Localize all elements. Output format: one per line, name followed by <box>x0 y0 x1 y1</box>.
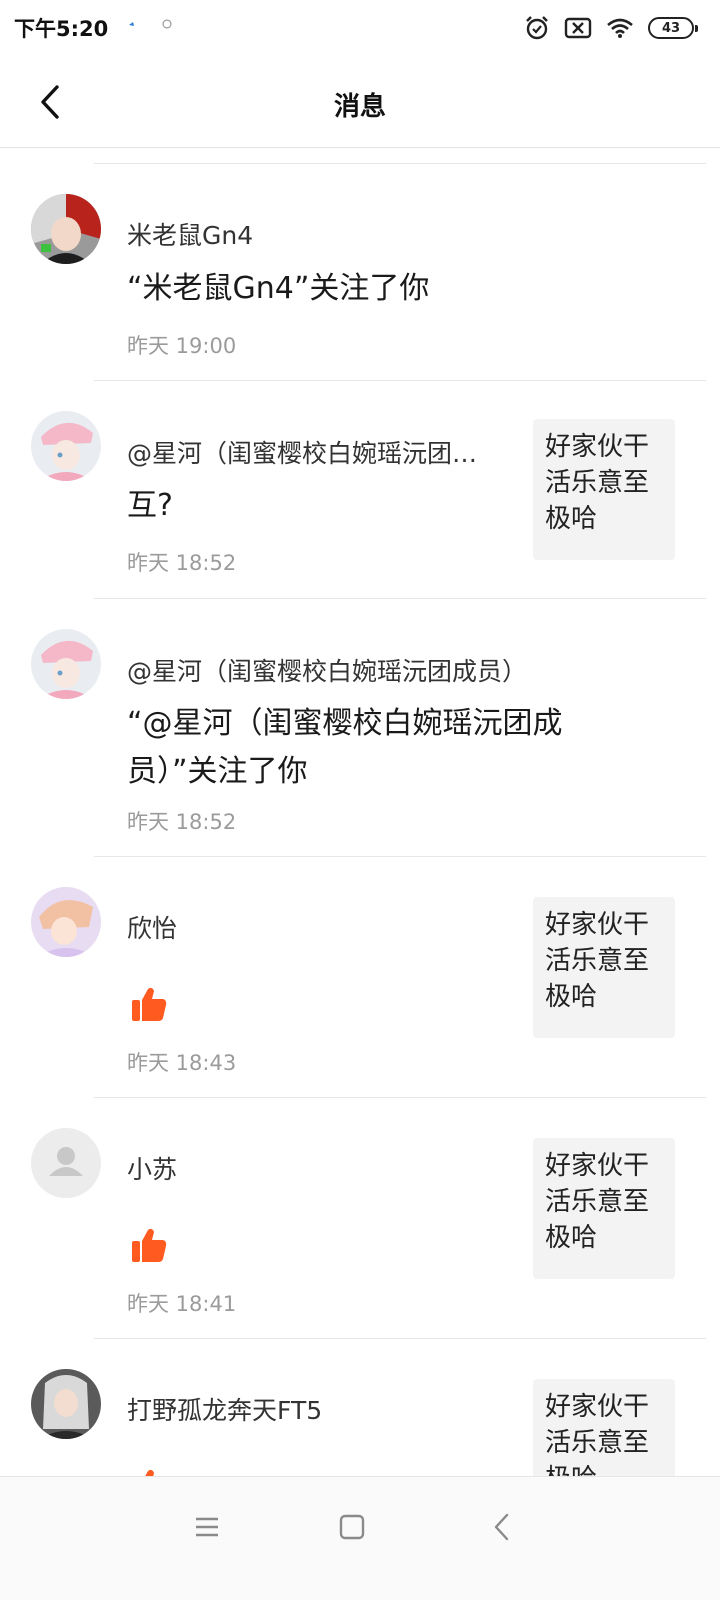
list-item[interactable]: @星河（闺蜜樱校白婉瑶沅团… 互? 昨天 18:52 好家伙干活乐意至极哈 <box>0 381 720 599</box>
message-content: 互? <box>127 488 173 523</box>
message-time: 昨天 19:00 <box>127 334 237 358</box>
menu-icon <box>196 1517 218 1537</box>
page-title: 消息 <box>333 92 386 122</box>
thumbs-up-icon <box>132 987 167 1021</box>
battery-icon: 43 <box>648 17 698 39</box>
message-list[interactable]: 米老鼠Gn4 “米老鼠Gn4”关注了你 昨天 19:00 @星河（闺蜜樱校白婉瑶… <box>0 148 720 1476</box>
top-app-bar: 消息 <box>0 56 720 148</box>
thumbs-up-icon <box>145 1469 154 1476</box>
home-square-icon <box>339 1514 365 1540</box>
quoted-comment[interactable]: 好家伙干活乐意至极哈 <box>533 1138 675 1279</box>
avatar[interactable] <box>31 1369 101 1439</box>
avatar[interactable] <box>31 887 101 957</box>
status-bar: 下午5:20 43 <box>0 0 720 56</box>
status-time: 下午5:20 <box>14 17 109 41</box>
sender-name[interactable]: 小苏 <box>127 1150 507 1186</box>
sim-off-icon <box>564 17 592 39</box>
quoted-comment[interactable]: 好家伙干活乐意至极哈 <box>533 1379 675 1476</box>
message-time: 昨天 18:52 <box>127 551 237 575</box>
sender-name[interactable]: 欣怡 <box>127 909 507 945</box>
notification-icon <box>129 22 134 26</box>
list-item[interactable]: @星河（闺蜜樱校白婉瑶沅团成员） “@星河（闺蜜樱校白婉瑶沅团成员）”关注了你 … <box>0 599 720 857</box>
thumbs-up-icon <box>132 1228 167 1262</box>
notification-icon-2 <box>162 19 172 29</box>
quoted-comment[interactable]: 好家伙干活乐意至极哈 <box>533 897 675 1038</box>
home-button[interactable] <box>328 1507 376 1547</box>
sender-name[interactable]: 米老鼠Gn4 <box>127 216 507 252</box>
list-item[interactable]: 小苏 昨天 18:41 好家伙干活乐意至极哈 <box>0 1098 720 1339</box>
quoted-comment[interactable]: 好家伙干活乐意至极哈 <box>533 419 675 560</box>
system-nav-bar <box>0 1476 720 1600</box>
avatar[interactable] <box>31 629 101 699</box>
message-time: 昨天 18:52 <box>127 810 237 834</box>
message-content: “@星河（闺蜜樱校白婉瑶沅团成员）”关注了你 <box>127 706 563 789</box>
avatar[interactable] <box>31 1128 101 1198</box>
back-triangle-icon <box>494 1513 509 1541</box>
back-nav-button[interactable] <box>478 1507 526 1547</box>
menu-button[interactable] <box>183 1507 231 1547</box>
battery-level: 43 <box>661 20 681 36</box>
list-item[interactable]: 打野孤龙奔天FT5 好家伙干活乐意至极哈 <box>0 1339 720 1476</box>
sender-name[interactable]: @星河（闺蜜樱校白婉瑶沅团… <box>127 434 502 470</box>
list-item[interactable]: 米老鼠Gn4 “米老鼠Gn4”关注了你 昨天 19:00 <box>0 164 720 381</box>
message-time: 昨天 18:43 <box>127 1051 237 1075</box>
status-right: 43 <box>524 12 698 44</box>
avatar[interactable] <box>31 194 101 264</box>
avatar[interactable] <box>31 411 101 481</box>
sender-name[interactable]: @星河（闺蜜樱校白婉瑶沅团成员） <box>127 652 567 688</box>
message-time: 昨天 18:41 <box>127 1292 237 1316</box>
list-item[interactable]: 欣怡 昨天 18:43 好家伙干活乐意至极哈 <box>0 857 720 1098</box>
alarm-icon <box>526 16 548 40</box>
message-content: “米老鼠Gn4”关注了你 <box>127 271 430 306</box>
sender-name[interactable]: 打野孤龙奔天FT5 <box>127 1391 507 1427</box>
wifi-icon <box>607 18 633 38</box>
